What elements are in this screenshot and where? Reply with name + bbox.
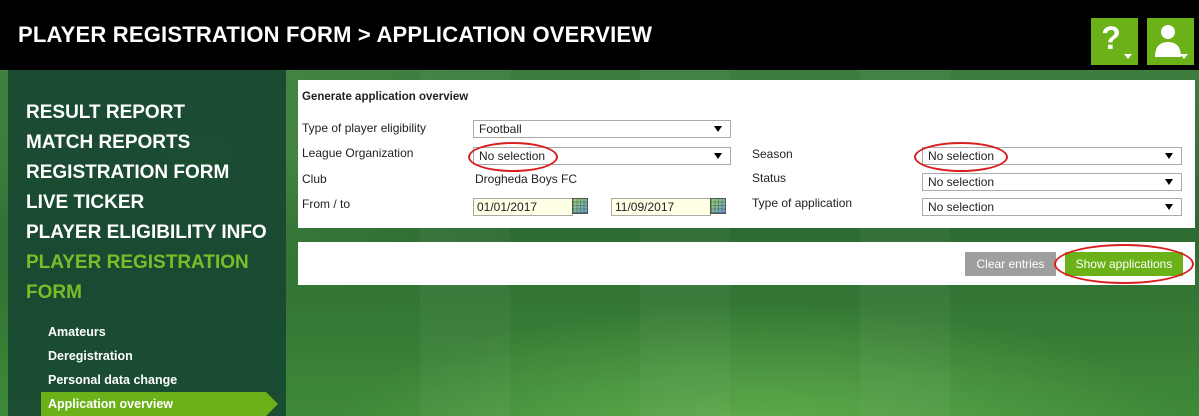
clear-entries-button[interactable]: Clear entries [965, 252, 1056, 276]
help-button[interactable]: ? [1091, 18, 1138, 65]
apptype-value: No selection [928, 200, 995, 214]
sidebar: RESULT REPORT MATCH REPORTS REGISTRATION… [8, 70, 286, 416]
dropdown-arrow-icon [714, 126, 722, 132]
fromto-label: From / to [302, 197, 351, 211]
dropdown-arrow-icon [1165, 204, 1173, 210]
from-date-input[interactable]: 01/01/2017 [473, 198, 573, 216]
sidebar-item-registration-form[interactable]: REGISTRATION FORM [26, 158, 284, 188]
application-overview-form: Generate application overview Type of pl… [298, 80, 1195, 228]
sidebar-subitem-personal-data-change[interactable]: Personal data change [48, 368, 294, 392]
season-label: Season [752, 147, 793, 161]
season-select[interactable]: No selection [922, 147, 1182, 165]
user-menu-button[interactable] [1147, 18, 1194, 65]
club-label: Club [302, 172, 327, 186]
sidebar-item-result-report[interactable]: RESULT REPORT [26, 98, 284, 128]
sidebar-item-live-ticker[interactable]: LIVE TICKER [26, 188, 284, 218]
dropdown-arrow-icon [1165, 153, 1173, 159]
league-value: No selection [479, 149, 546, 163]
calendar-icon[interactable] [572, 198, 588, 214]
status-value: No selection [928, 175, 995, 189]
page-header: PLAYER REGISTRATION FORM > APPLICATION O… [0, 0, 1199, 70]
sidebar-subitem-application-overview[interactable]: Application overview [41, 392, 278, 416]
show-applications-button[interactable]: Show applications [1065, 252, 1183, 276]
page-title: PLAYER REGISTRATION FORM > APPLICATION O… [18, 22, 653, 47]
to-date-input[interactable]: 11/09/2017 [611, 198, 711, 216]
eligibility-label: Type of player eligibility [302, 121, 427, 135]
sidebar-subitem-amateurs[interactable]: Amateurs [48, 320, 294, 344]
form-title: Generate application overview [302, 91, 469, 103]
dropdown-arrow-icon [1165, 179, 1173, 185]
league-select[interactable]: No selection [473, 147, 731, 165]
calendar-icon[interactable] [710, 198, 726, 214]
apptype-label: Type of application [752, 196, 853, 210]
eligibility-value: Football [479, 122, 522, 136]
sidebar-main-nav: RESULT REPORT MATCH REPORTS REGISTRATION… [26, 98, 284, 308]
dropdown-arrow-icon [714, 153, 722, 159]
status-label: Status [752, 171, 787, 185]
season-value: No selection [928, 149, 995, 163]
sidebar-sub-nav: Amateurs Deregistration Personal data ch… [41, 320, 294, 416]
club-value: Drogheda Boys FC [475, 172, 578, 186]
sidebar-item-match-reports[interactable]: MATCH REPORTS [26, 128, 284, 158]
apptype-select[interactable]: No selection [922, 198, 1182, 216]
chevron-down-icon [1124, 54, 1132, 59]
form-actions-bar: Clear entries Show applications [298, 242, 1195, 285]
status-select[interactable]: No selection [922, 173, 1182, 191]
eligibility-select[interactable]: Football [473, 120, 731, 138]
sidebar-subitem-deregistration[interactable]: Deregistration [48, 344, 294, 368]
league-label: League Organization [302, 146, 414, 160]
chevron-down-icon [1180, 54, 1188, 59]
help-icon: ? [1101, 20, 1121, 56]
sidebar-item-player-eligibility-info[interactable]: PLAYER ELIGIBILITY INFO [26, 218, 284, 248]
sidebar-item-player-registration-form[interactable]: PLAYER REGISTRATION FORM [26, 248, 266, 308]
